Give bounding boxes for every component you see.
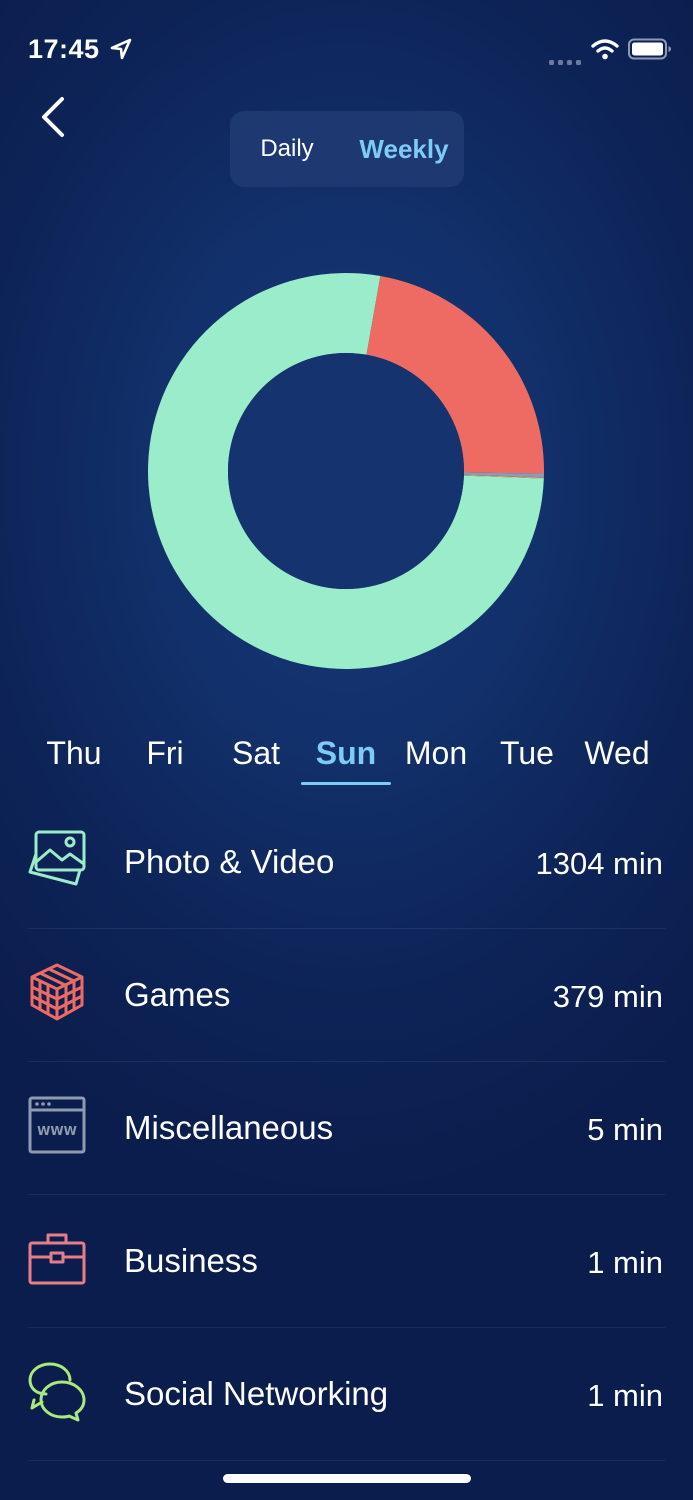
category-minutes: 379 min bbox=[552, 979, 663, 1014]
day-tab-fri[interactable]: Fri bbox=[120, 724, 210, 788]
category-label: Business bbox=[124, 1242, 258, 1279]
battery-icon bbox=[628, 38, 672, 60]
briefcase-icon bbox=[26, 1227, 88, 1289]
donut-hole bbox=[228, 353, 464, 589]
category-row-photo-video[interactable]: Photo & Video 1304 min bbox=[0, 796, 693, 929]
category-label: Photo & Video bbox=[124, 843, 335, 880]
category-minutes: 1304 min bbox=[535, 846, 663, 881]
usage-donut-chart bbox=[147, 272, 545, 670]
category-row-business[interactable]: Business 1 min bbox=[0, 1195, 693, 1328]
status-bar: 17:45 bbox=[0, 0, 693, 100]
day-tab-tue[interactable]: Tue bbox=[482, 724, 572, 788]
day-tab-wed[interactable]: Wed bbox=[572, 724, 662, 788]
day-tab-thu[interactable]: Thu bbox=[29, 724, 119, 788]
wifi-icon bbox=[591, 38, 619, 60]
category-row-miscellaneous[interactable]: WWW Miscellaneous 5 min bbox=[0, 1062, 693, 1195]
period-segmented-control: Daily Weekly bbox=[230, 111, 464, 187]
category-list: Photo & Video 1304 min Games 379 min WWW… bbox=[0, 796, 693, 1461]
day-tabs: Thu Fri Sat Sun Mon Tue Wed bbox=[29, 724, 663, 788]
day-tab-sat[interactable]: Sat bbox=[211, 724, 301, 788]
location-arrow-icon bbox=[110, 38, 132, 60]
day-tab-mon[interactable]: Mon bbox=[391, 724, 481, 788]
day-tab-sun[interactable]: Sun bbox=[301, 724, 391, 788]
category-minutes: 1 min bbox=[587, 1378, 663, 1413]
category-minutes: 1 min bbox=[587, 1245, 663, 1280]
category-minutes: 5 min bbox=[587, 1112, 663, 1147]
chat-bubbles-icon bbox=[26, 1360, 88, 1422]
category-label: Social Networking bbox=[124, 1375, 389, 1412]
category-row-social-networking[interactable]: Social Networking 1 min bbox=[0, 1328, 693, 1461]
games-cube-icon bbox=[26, 961, 88, 1023]
daily-tab[interactable]: Daily bbox=[230, 111, 344, 187]
back-button[interactable] bbox=[28, 92, 78, 142]
selected-day-indicator bbox=[301, 782, 391, 785]
weekly-tab[interactable]: Weekly bbox=[344, 111, 464, 187]
home-indicator bbox=[223, 1474, 471, 1483]
chevron-left-icon bbox=[42, 97, 64, 137]
donut-chart-svg bbox=[147, 273, 544, 669]
svg-text:WWW: WWW bbox=[37, 1124, 77, 1138]
browser-window-icon: WWW bbox=[26, 1094, 88, 1156]
category-label: Miscellaneous bbox=[124, 1109, 334, 1146]
category-row-games[interactable]: Games 379 min bbox=[0, 929, 693, 1062]
category-label: Games bbox=[124, 976, 231, 1013]
cellular-signal-icon bbox=[549, 53, 581, 65]
divider bbox=[28, 1460, 665, 1461]
status-time: 17:45 bbox=[28, 34, 100, 64]
photo-video-icon bbox=[26, 828, 88, 890]
